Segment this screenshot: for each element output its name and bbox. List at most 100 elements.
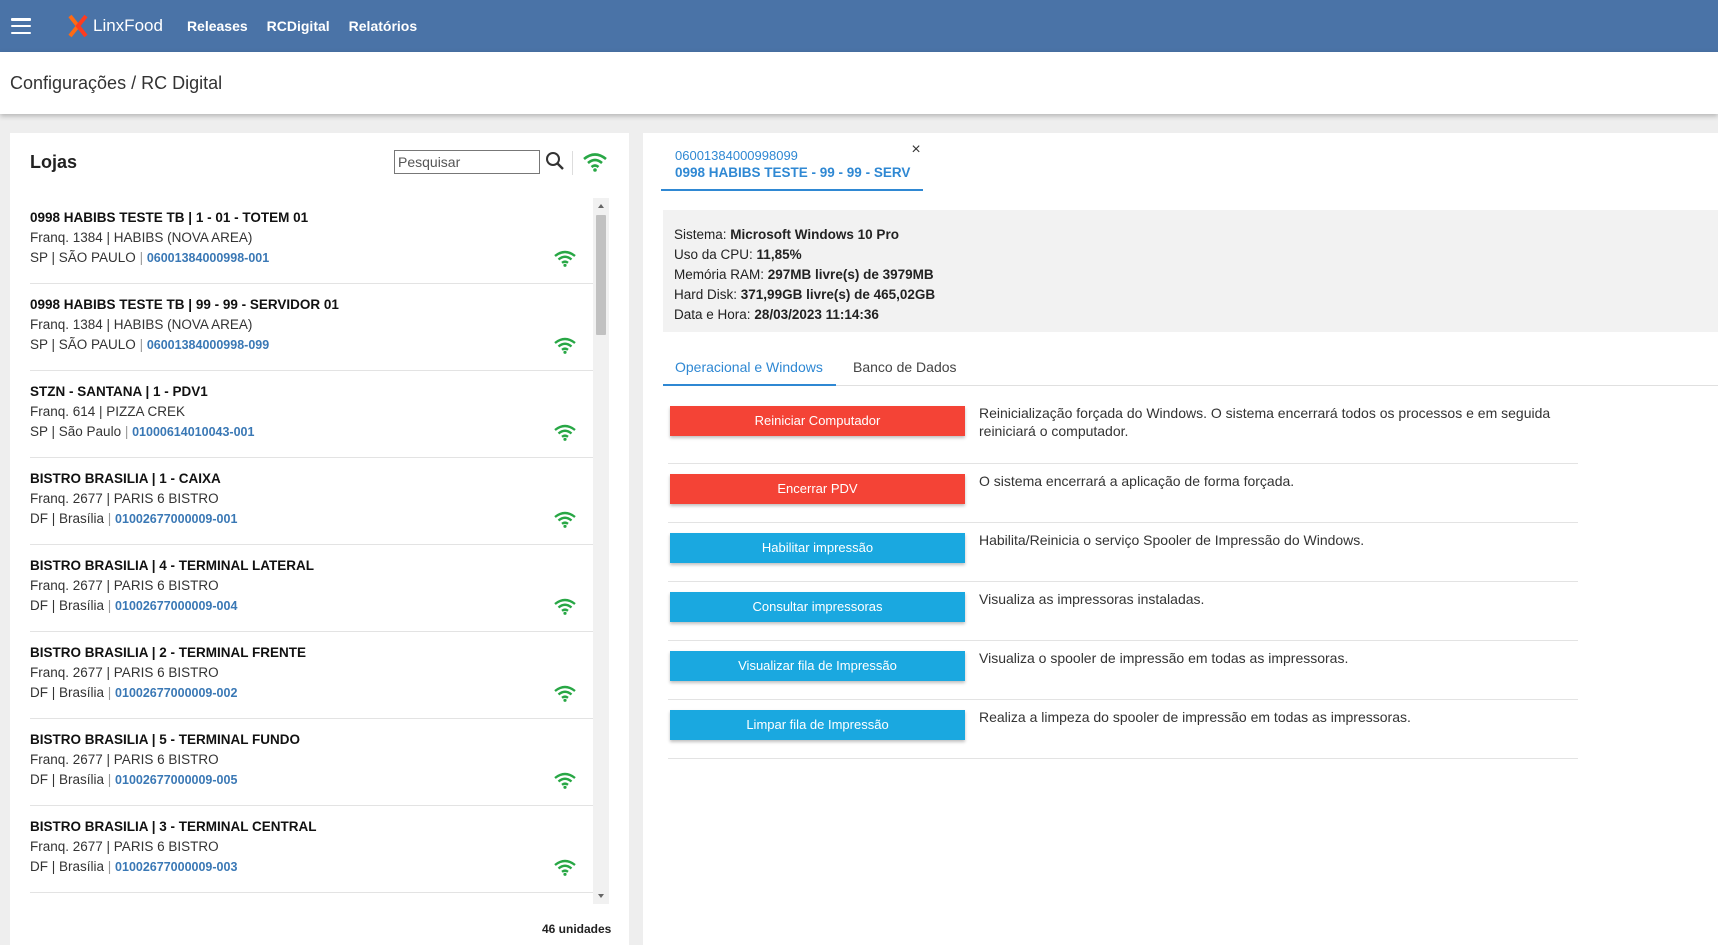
action-row: Consultar impressoras Visualiza as impres… [668, 582, 1578, 641]
store-location-line: DF | Brasília | 01002677000009-002 [30, 685, 237, 700]
store-location: DF | Brasília [30, 598, 105, 613]
sysinfo-os: Sistema: Microsoft Windows 10 Pro [674, 227, 899, 242]
store-location: SP | SÃO PAULO [30, 250, 136, 265]
store-franchise: Franq. 2677 | PARIS 6 BISTRO [30, 578, 219, 593]
store-location-line: SP | SÃO PAULO | 06001384000998-001 [30, 250, 269, 265]
tab-store-code: 06001384000998099 [675, 148, 798, 163]
action-row: Reiniciar Computador Reinicialização forç… [668, 400, 1578, 464]
sysinfo-ram: Memória RAM: 297MB livre(s) de 3979MB [674, 267, 934, 282]
store-list-item[interactable]: BISTRO BRASILIA | 3 - TERMINAL CENTRAL Fr… [30, 806, 607, 893]
action-button[interactable]: Visualizar fila de Impressão [670, 651, 965, 681]
store-code[interactable]: 01002677000009-005 [115, 773, 237, 787]
tab-operacional-windows[interactable]: Operacional e Windows [663, 350, 836, 386]
nav-releases[interactable]: Releases [187, 18, 248, 34]
store-location-line: DF | Brasília | 01002677000009-005 [30, 772, 237, 787]
store-location-line: DF | Brasília | 01002677000009-001 [30, 511, 237, 526]
nav-rcdigital[interactable]: RCDigital [267, 18, 330, 34]
wifi-online-icon [554, 424, 576, 441]
action-row: Limpar fila de Impressão Realiza a limpez… [668, 700, 1578, 759]
store-code[interactable]: 01002677000009-002 [115, 686, 237, 700]
stores-title: Lojas [30, 152, 78, 172]
store-title: STZN - SANTANA | 1 - PDV1 [30, 384, 208, 399]
actions-list: Reiniciar Computador Reinicialização forç… [668, 400, 1578, 759]
scroll-up-arrow-icon[interactable] [593, 200, 609, 212]
wifi-online-icon [554, 250, 576, 267]
store-list-item[interactable]: 0998 HABIBS TESTE TB | 99 - 99 - SERVIDO… [30, 284, 607, 371]
action-description: Realiza a limpeza do spooler de impressã… [979, 709, 1411, 725]
store-location: DF | Brasília [30, 685, 105, 700]
store-code[interactable]: 01002677000009-001 [115, 512, 237, 526]
nav-relatorios[interactable]: Relatórios [349, 18, 417, 34]
store-list: 0998 HABIBS TESTE TB | 1 - 01 - TOTEM 01… [10, 197, 610, 903]
wifi-online-icon [554, 772, 576, 789]
separator: | [104, 859, 116, 874]
store-code[interactable]: 01000614010043-001 [132, 425, 254, 439]
action-row: Visualizar fila de Impressão Visualiza o … [668, 641, 1578, 700]
store-title: BISTRO BRASILIA | 4 - TERMINAL LATERAL [30, 558, 315, 573]
store-list-item[interactable]: 0998 HABIBS TESTE TB | 1 - 01 - TOTEM 01… [30, 197, 607, 284]
breadcrumb-bar: Configurações / RC Digital [0, 52, 1718, 114]
search-icon[interactable] [543, 149, 567, 173]
linxfood-logo-icon [68, 14, 88, 38]
wifi-online-icon [554, 859, 576, 876]
store-title: 0998 HABIBS TESTE TB | 99 - 99 - SERVIDO… [30, 297, 339, 312]
action-button[interactable]: Habilitar impressão [670, 533, 965, 563]
action-description: Visualiza o spooler de impressão em toda… [979, 650, 1349, 666]
store-list-item[interactable]: BISTRO BRASILIA | 1 - CAIXA Franq. 2677 |… [30, 458, 607, 545]
stores-panel: Lojas 0998 HABIBS TESTE TB | 1 - 01 - TO… [10, 133, 629, 945]
open-store-tab[interactable]: 06001384000998099 0998 HABIBS TESTE - 99… [661, 143, 923, 191]
store-franchise: Franq. 1384 | HABIBS (NOVA AREA) [30, 230, 253, 245]
system-info-box: Sistema: Microsoft Windows 10 Pro Uso da… [663, 210, 1718, 332]
action-button[interactable]: Limpar fila de Impressão [670, 710, 965, 740]
store-franchise: Franq. 614 | PIZZA CREK [30, 404, 186, 419]
search-input[interactable] [394, 150, 540, 174]
store-franchise: Franq. 2677 | PARIS 6 BISTRO [30, 665, 219, 680]
store-list-scrollbar[interactable] [593, 198, 609, 904]
separator: | [104, 772, 116, 787]
top-navbar: LinxFood Releases RCDigital Relatórios [0, 0, 1718, 52]
store-franchise: Franq. 1384 | HABIBS (NOVA AREA) [30, 317, 253, 332]
wifi-status-icon[interactable] [582, 150, 608, 174]
store-location-line: DF | Brasília | 01002677000009-003 [30, 859, 237, 874]
brand-name: LinxFood [93, 16, 163, 35]
store-location: SP | São Paulo [30, 424, 122, 439]
store-code[interactable]: 06001384000998-001 [147, 251, 269, 265]
tab-store-name: 0998 HABIBS TESTE - 99 - 99 - SERV [675, 165, 911, 180]
store-title: BISTRO BRASILIA | 1 - CAIXA [30, 471, 221, 486]
store-title: 0998 HABIBS TESTE TB | 1 - 01 - TOTEM 01 [30, 210, 309, 225]
stores-header: Lojas [10, 133, 629, 193]
store-list-item[interactable]: BISTRO BRASILIA | 5 - TERMINAL FUNDO Fran… [30, 719, 607, 806]
separator: | [104, 598, 116, 613]
store-title: BISTRO BRASILIA | 2 - TERMINAL FRENTE [30, 645, 307, 660]
store-franchise: Franq. 2677 | PARIS 6 BISTRO [30, 491, 219, 506]
hamburger-menu-icon[interactable] [11, 18, 31, 34]
close-icon[interactable]: × [909, 142, 923, 158]
store-list-item[interactable]: BISTRO BRASILIA | 4 - TERMINAL LATERAL Fr… [30, 545, 607, 632]
store-list-item[interactable]: STZN - SANTANA | 1 - PDV1 Franq. 614 | PI… [30, 371, 607, 458]
store-code[interactable]: 01002677000009-004 [115, 599, 237, 613]
separator: | [135, 337, 147, 352]
store-list-item[interactable]: BISTRO BRASILIA | 2 - TERMINAL FRENTE Fra… [30, 632, 607, 719]
action-description: Habilita/Reinicia o serviço Spooler de I… [979, 532, 1365, 548]
scroll-thumb[interactable] [596, 215, 606, 335]
store-code[interactable]: 01002677000009-003 [115, 860, 237, 874]
store-location-line: DF | Brasília | 01002677000009-004 [30, 598, 237, 613]
action-button[interactable]: Encerrar PDV [670, 474, 965, 504]
separator: | [121, 424, 133, 439]
scroll-down-arrow-icon[interactable] [593, 890, 609, 902]
action-description: Visualiza as impressoras instaladas. [979, 591, 1205, 607]
action-button[interactable]: Consultar impressoras [670, 592, 965, 622]
brand[interactable]: LinxFood [67, 14, 163, 38]
wifi-online-icon [554, 337, 576, 354]
store-franchise: Franq. 2677 | PARIS 6 BISTRO [30, 752, 219, 767]
action-button[interactable]: Reiniciar Computador [670, 406, 965, 436]
store-location-line: SP | SÃO PAULO | 06001384000998-099 [30, 337, 269, 352]
store-franchise: Franq. 2677 | PARIS 6 BISTRO [30, 839, 219, 854]
tab-banco-de-dados[interactable]: Banco de Dados [853, 350, 957, 386]
sysinfo-cpu: Uso da CPU: 11,85% [674, 247, 802, 262]
store-title: BISTRO BRASILIA | 3 - TERMINAL CENTRAL [30, 819, 317, 834]
detail-subtabs: Operacional e Windows Banco de Dados [663, 350, 1718, 386]
store-code[interactable]: 06001384000998-099 [147, 338, 269, 352]
sysinfo-disk: Hard Disk: 371,99GB livre(s) de 465,02GB [674, 287, 936, 302]
store-title: BISTRO BRASILIA | 5 - TERMINAL FUNDO [30, 732, 301, 747]
